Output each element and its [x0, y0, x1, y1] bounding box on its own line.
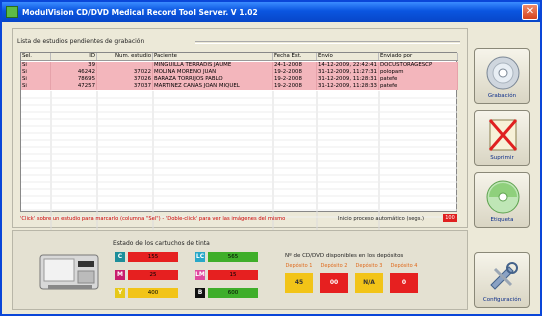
cell-id: 46242	[51, 69, 97, 76]
ink-cartridge-lm: LM 15	[195, 270, 258, 280]
table-header: Sel. ID Num. estudio Paciente Fecha Est.…	[21, 53, 458, 61]
delete-button[interactable]: Suprimir	[474, 110, 530, 166]
ink-code: C	[115, 252, 125, 262]
cell-enviado: polopam	[379, 69, 458, 76]
cell-enviado: DOCUSTORAGESCP	[379, 62, 458, 69]
col-id[interactable]: ID	[51, 53, 97, 60]
burn-label: Grabación	[487, 93, 517, 99]
cell-num: 37026	[97, 76, 153, 83]
col-paciente[interactable]: Paciente	[153, 53, 273, 60]
ink-code: M	[115, 270, 125, 280]
selection-hint: 'Click' sobre un estudio para marcarlo (…	[20, 216, 286, 222]
col-num-estudio[interactable]: Num. estudio	[97, 53, 153, 60]
cell-paciente: MINGUILLA TERRADIS JAUME	[153, 62, 273, 69]
cell-num: 37037	[97, 83, 153, 90]
cell-paciente: MOLINA MORENO JUAN	[153, 69, 273, 76]
cell-enviado: patefe	[379, 83, 458, 90]
ink-cartridge-y: Y 400	[115, 288, 178, 298]
printer-image	[39, 254, 99, 290]
ink-level: 565	[208, 252, 258, 262]
cell-id: 39	[51, 62, 97, 69]
col-envio[interactable]: Envío	[317, 53, 379, 60]
cell-num	[97, 62, 153, 69]
cell-fecha: 19-2-2008	[273, 83, 317, 90]
window-title: ModulVision CD/DVD Medical Record Tool S…	[22, 7, 258, 17]
cell-fecha: 19-2-2008	[273, 76, 317, 83]
burn-button[interactable]: Grabación	[474, 48, 530, 104]
deposit-count: 45	[285, 273, 313, 293]
deposit-label: Depósito 1	[285, 263, 313, 269]
settings-label: Configuración	[482, 297, 522, 303]
studies-table[interactable]: Sel. ID Num. estudio Paciente Fecha Est.…	[20, 52, 458, 241]
cell-num: 37022	[97, 69, 153, 76]
ink-cartridge-m: M 25	[115, 270, 178, 280]
ink-status-title: Estado de los cartuchos de tinta	[113, 240, 210, 247]
disc-status-title: Nº de CD/DVD disponibles en los depósito…	[285, 253, 404, 259]
cell-envio: 31-12-2009, 11:27:31	[317, 69, 379, 76]
deposit-count: 0	[390, 273, 418, 293]
settings-button[interactable]: Configuración	[474, 252, 530, 308]
cell-sel: Si	[21, 76, 51, 83]
cell-fecha: 19-2-2008	[273, 69, 317, 76]
deposit-label: Depósito 4	[390, 263, 418, 269]
cell-enviado: patefe	[379, 76, 458, 83]
app-icon	[6, 6, 18, 18]
caption-divider	[195, 41, 460, 44]
cell-fecha: 24-1-2008	[273, 62, 317, 69]
cell-paciente: BARAZA TORRIJOS PABLO	[153, 76, 273, 83]
ink-code: Y	[115, 288, 125, 298]
ink-code: B	[195, 288, 205, 298]
tools-icon	[490, 262, 518, 290]
label-button[interactable]: Etiqueta	[474, 172, 530, 228]
auto-process-value[interactable]: 100	[443, 214, 457, 222]
disc-label-icon	[486, 180, 520, 214]
col-enviado-por[interactable]: Enviado por	[379, 53, 458, 60]
ink-code: LM	[195, 270, 205, 280]
deposit-label: Depósito 2	[320, 263, 348, 269]
deposit-label: Depósito 3	[355, 263, 383, 269]
table-row[interactable]: Si 39 MINGUILLA TERRADIS JAUME 24-1-2008…	[21, 62, 458, 69]
deposit-count: 00	[320, 273, 348, 293]
cell-envio: 31-12-2009, 11:28:33	[317, 83, 379, 90]
label-button-label: Etiqueta	[490, 217, 514, 223]
ink-code: LC	[195, 252, 205, 262]
list-caption: Lista de estudios pendientes de grabació…	[17, 38, 145, 45]
deposit-count: N/A	[355, 273, 383, 293]
ink-level: 155	[128, 252, 178, 262]
ink-cartridge-c: C 155	[115, 252, 178, 262]
ink-level: 25	[128, 270, 178, 280]
ink-level: 600	[208, 288, 258, 298]
cell-sel: Si	[21, 83, 51, 90]
table-row[interactable]: Si 78695 37026 BARAZA TORRIJOS PABLO 19-…	[21, 76, 458, 83]
cell-envio: 31-12-2009, 11:28:31	[317, 76, 379, 83]
disc-icon	[486, 56, 520, 90]
table-row[interactable]: Si 46242 37022 MOLINA MORENO JUAN 19-2-2…	[21, 69, 458, 76]
ink-level: 400	[128, 288, 178, 298]
cell-id: 47257	[51, 83, 97, 90]
ink-cartridge-b: B 600	[195, 288, 258, 298]
col-sel[interactable]: Sel.	[21, 53, 51, 60]
title-bar[interactable]: ModulVision CD/DVD Medical Record Tool S…	[2, 2, 540, 22]
cell-id: 78695	[51, 76, 97, 83]
delete-icon	[488, 119, 518, 151]
auto-process-label: Inicio proceso automático (segs.)	[338, 216, 425, 222]
cell-sel: Si	[21, 69, 51, 76]
col-fecha[interactable]: Fecha Est.	[273, 53, 317, 60]
table-row[interactable]: Si 47257 37037 MARTINEZ CAÑAS JOAN MIQUE…	[21, 83, 458, 90]
cell-paciente: MARTINEZ CAÑAS JOAN MIQUEL	[153, 83, 273, 90]
delete-label: Suprimir	[490, 155, 514, 161]
cell-sel: Si	[21, 62, 51, 69]
cell-envio: 14-12-2009, 22:42:41	[317, 62, 379, 69]
ink-level: 15	[208, 270, 258, 280]
ink-cartridge-lc: LC 565	[195, 252, 258, 262]
close-button[interactable]: ✕	[522, 4, 538, 20]
